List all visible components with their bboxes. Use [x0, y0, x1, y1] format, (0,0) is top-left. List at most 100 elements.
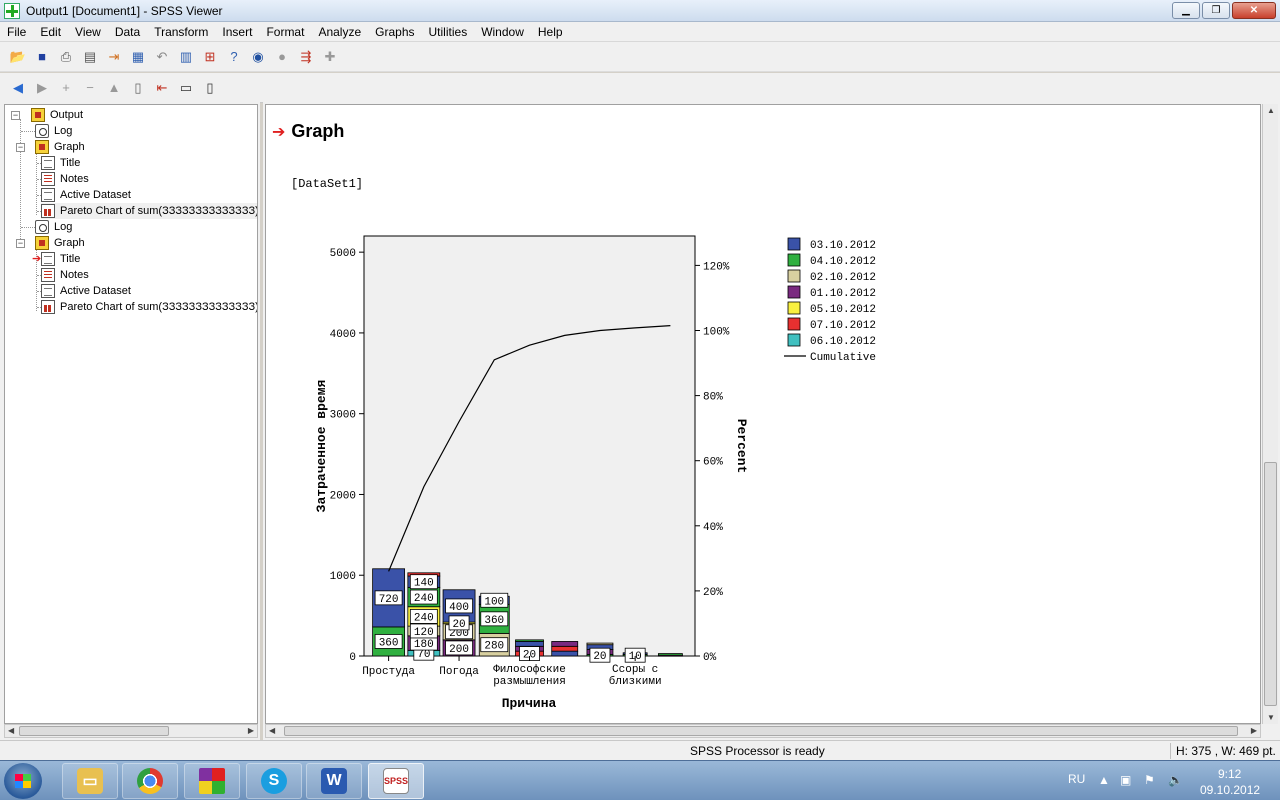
- minimize-button[interactable]: ▁: [1172, 2, 1200, 19]
- y2-tick-label: 120%: [703, 261, 730, 273]
- help-topics-icon[interactable]: ?: [225, 48, 243, 66]
- spss-app-icon[interactable]: [4, 2, 20, 19]
- variables-icon[interactable]: ⊞: [201, 48, 219, 66]
- scroll-left-icon[interactable]: ◀: [269, 726, 275, 735]
- taskbar-spss[interactable]: SPSS: [368, 763, 424, 799]
- value-labels-icon[interactable]: ⇶: [297, 48, 315, 66]
- show-hidden-icons-icon[interactable]: ▲: [1098, 773, 1110, 787]
- insert-heading-icon[interactable]: ⇤: [153, 79, 171, 97]
- skype-icon: S: [261, 768, 287, 794]
- collapse-icon[interactable]: −: [81, 79, 99, 97]
- taskbar-app[interactable]: [184, 763, 240, 799]
- taskbar-word[interactable]: W: [306, 763, 362, 799]
- menu-insert[interactable]: Insert: [215, 22, 259, 42]
- clock-date[interactable]: 09.10.2012: [1200, 783, 1260, 797]
- clock-time[interactable]: 9:12: [1218, 767, 1241, 781]
- pareto-chart[interactable]: 0 1000 2000 3000 4000 5000 0% 20% 40% 60% 80% 100% 1…: [266, 105, 1261, 724]
- legend-swatch: [787, 317, 801, 331]
- taskbar-skype[interactable]: S: [246, 763, 302, 799]
- promote-icon[interactable]: ◀: [9, 79, 27, 97]
- collapse-toggle[interactable]: −: [16, 143, 25, 152]
- volume-icon[interactable]: 🔈: [1168, 773, 1183, 787]
- horizontal-scrollbar[interactable]: ◀ ▶: [265, 724, 1261, 738]
- outline-tree[interactable]: − Output Log − Graph Title Notes Active: [4, 104, 258, 724]
- designate-window-icon[interactable]: ◉: [249, 48, 267, 66]
- data-label: 140: [414, 578, 434, 590]
- tree-item-pareto-chart[interactable]: Pareto Chart of sum(ЗЗЗЗЗЗЗЗЗЗЗЗЗЗ) by З…: [41, 299, 257, 315]
- save-icon[interactable]: ■: [33, 48, 51, 66]
- hide-icon[interactable]: ▯: [129, 79, 147, 97]
- add-icon[interactable]: ✚: [321, 48, 339, 66]
- print-icon[interactable]: ⎙: [57, 48, 75, 66]
- goto-case-icon[interactable]: ▥: [177, 48, 195, 66]
- demote-icon[interactable]: ▶: [33, 79, 51, 97]
- scroll-thumb[interactable]: [284, 726, 1238, 736]
- action-center-icon[interactable]: ⚑: [1144, 773, 1155, 787]
- expand-icon[interactable]: +: [57, 79, 75, 97]
- legend-label: 05.10.2012: [810, 304, 876, 316]
- menu-edit[interactable]: Edit: [33, 22, 68, 42]
- maximize-button[interactable]: ❐: [1202, 2, 1230, 19]
- collapse-toggle[interactable]: −: [16, 239, 25, 248]
- legend-label: 07.10.2012: [810, 320, 876, 332]
- menu-analyze[interactable]: Analyze: [311, 22, 368, 42]
- menu-file[interactable]: File: [0, 22, 33, 42]
- menu-transform[interactable]: Transform: [147, 22, 215, 42]
- network-icon[interactable]: ▣: [1120, 773, 1131, 787]
- x-tick-label: Ссоры с: [612, 664, 658, 676]
- scroll-down-icon[interactable]: ▼: [1267, 713, 1275, 722]
- tree-item-graph[interactable]: Graph: [35, 235, 85, 251]
- tree-item-log[interactable]: Log: [35, 123, 72, 139]
- goto-data-icon[interactable]: ▦: [129, 48, 147, 66]
- tree-item-pareto-chart[interactable]: Pareto Chart of sum(ЗЗЗЗЗЗЗЗЗЗЗЗЗЗ) by З…: [41, 203, 257, 219]
- window-title: Output1 [Document1] - SPSS Viewer: [26, 3, 223, 18]
- menu-view[interactable]: View: [68, 22, 108, 42]
- log-icon: [35, 220, 49, 234]
- tree-item-graph[interactable]: Graph: [35, 139, 85, 155]
- tree-horizontal-scrollbar[interactable]: ◀ ▶: [4, 724, 258, 738]
- menu-data[interactable]: Data: [108, 22, 147, 42]
- scroll-up-icon[interactable]: ▲: [1267, 106, 1275, 115]
- legend-label: 02.10.2012: [810, 272, 876, 284]
- insert-title-icon[interactable]: ▭: [177, 79, 195, 97]
- tree-item-title[interactable]: Title: [41, 251, 80, 267]
- scroll-thumb[interactable]: [1264, 462, 1277, 706]
- close-button[interactable]: ✕: [1232, 2, 1276, 19]
- menu-graphs[interactable]: Graphs: [368, 22, 421, 42]
- title-bar: Output1 [Document1] - SPSS Viewer ▁ ❐ ✕: [0, 0, 1280, 22]
- x-tick-label: размышления: [493, 676, 566, 688]
- output-content[interactable]: ➔ Graph [DataSet1] 0 1000 2000 3000 4000 5000…: [265, 104, 1261, 724]
- export-icon[interactable]: ⇥: [105, 48, 123, 66]
- undo-icon[interactable]: ↶: [153, 48, 171, 66]
- tree-item-notes[interactable]: Notes: [41, 171, 89, 187]
- y2-tick-label: 20%: [703, 587, 723, 599]
- scroll-right-icon[interactable]: ▶: [1251, 726, 1257, 735]
- menu-format[interactable]: Format: [259, 22, 311, 42]
- tree-item-notes[interactable]: Notes: [41, 267, 89, 283]
- taskbar-explorer[interactable]: ▭: [62, 763, 118, 799]
- menu-utilities[interactable]: Utilities: [422, 22, 475, 42]
- doc-icon: [41, 252, 55, 266]
- tree-item-active-dataset[interactable]: Active Dataset: [41, 283, 131, 299]
- tree-item-log[interactable]: Log: [35, 219, 72, 235]
- open-folder-icon[interactable]: 📂: [9, 48, 27, 66]
- tree-item-title[interactable]: Title: [41, 155, 80, 171]
- print-preview-icon[interactable]: ▤: [81, 48, 99, 66]
- language-indicator[interactable]: RU: [1068, 772, 1085, 786]
- scroll-thumb[interactable]: [19, 726, 169, 736]
- show-icon[interactable]: ▲: [105, 79, 123, 97]
- menu-help[interactable]: Help: [531, 22, 570, 42]
- collapse-toggle[interactable]: −: [11, 111, 20, 120]
- taskbar-chrome[interactable]: [122, 763, 178, 799]
- start-button[interactable]: [4, 763, 42, 799]
- tree-item-active-dataset[interactable]: Active Dataset: [41, 187, 131, 203]
- select-cases-icon[interactable]: ●: [273, 48, 291, 66]
- scroll-right-icon[interactable]: ▶: [248, 726, 254, 735]
- scroll-left-icon[interactable]: ◀: [8, 726, 14, 735]
- vertical-scrollbar[interactable]: ▲ ▼: [1262, 104, 1278, 724]
- tree-item-output[interactable]: Output: [31, 107, 83, 123]
- menu-window[interactable]: Window: [474, 22, 531, 42]
- y-tick-label: 0: [349, 652, 356, 664]
- insert-text-icon[interactable]: ▯: [201, 79, 219, 97]
- book-icon: [31, 108, 45, 122]
